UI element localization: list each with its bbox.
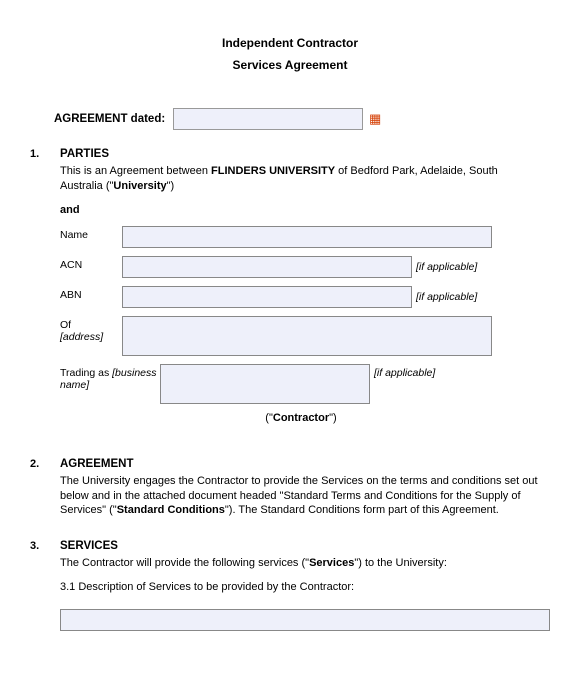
title-line-1: Independent Contractor: [30, 36, 550, 50]
services-text: The Contractor will provide the followin…: [60, 556, 542, 571]
of-row: Of [address]: [60, 316, 542, 356]
name-input[interactable]: [122, 226, 492, 248]
section-number: 1.: [30, 148, 60, 446]
acn-label: ACN: [60, 256, 122, 272]
abn-label: ABN: [60, 286, 122, 302]
section-parties: 1. PARTIES This is an Agreement between …: [30, 148, 550, 446]
section-body: AGREEMENT The University engages the Con…: [60, 458, 550, 529]
contractor-label: ("Contractor"): [60, 412, 542, 424]
trading-note: [if applicable]: [374, 364, 435, 379]
section-heading: AGREEMENT: [60, 458, 542, 470]
section-body: SERVICES The Contractor will provide the…: [60, 540, 550, 597]
section-number: 2.: [30, 458, 60, 529]
section-services: 3. SERVICES The Contractor will provide …: [30, 540, 550, 597]
trading-label: Trading as [business name]: [60, 364, 160, 392]
acn-row: ACN [if applicable]: [60, 256, 542, 278]
name-label: Name: [60, 226, 122, 242]
acn-input[interactable]: [122, 256, 412, 278]
agreement-text: The University engages the Contractor to…: [60, 474, 542, 519]
services-subsection: 3.1 Description of Services to be provid…: [60, 581, 542, 593]
acn-note: [if applicable]: [416, 261, 477, 273]
section-heading: PARTIES: [60, 148, 542, 160]
title-line-2: Services Agreement: [30, 58, 550, 72]
page: Independent Contractor Services Agreemen…: [0, 0, 580, 641]
section-heading: SERVICES: [60, 540, 542, 552]
section-body: PARTIES This is an Agreement between FLI…: [60, 148, 550, 446]
and-heading: and: [60, 204, 542, 216]
section-number: 3.: [30, 540, 60, 597]
abn-input[interactable]: [122, 286, 412, 308]
calendar-icon[interactable]: ▦: [367, 111, 383, 127]
abn-note: [if applicable]: [416, 291, 477, 303]
address-input[interactable]: [122, 316, 492, 356]
title-block: Independent Contractor Services Agreemen…: [30, 36, 550, 72]
section-agreement: 2. AGREEMENT The University engages the …: [30, 458, 550, 529]
agreement-dated-row: AGREEMENT dated: ▦: [54, 108, 550, 130]
agreement-dated-input[interactable]: [173, 108, 363, 130]
abn-row: ABN [if applicable]: [60, 286, 542, 308]
services-description-input[interactable]: [60, 609, 550, 631]
agreement-dated-label: AGREEMENT dated:: [54, 113, 165, 125]
trading-input[interactable]: [160, 364, 370, 404]
of-label: Of [address]: [60, 316, 122, 344]
trading-row: Trading as [business name] [if applicabl…: [60, 364, 542, 404]
parties-intro: This is an Agreement between FLINDERS UN…: [60, 164, 542, 194]
name-row: Name: [60, 226, 542, 248]
